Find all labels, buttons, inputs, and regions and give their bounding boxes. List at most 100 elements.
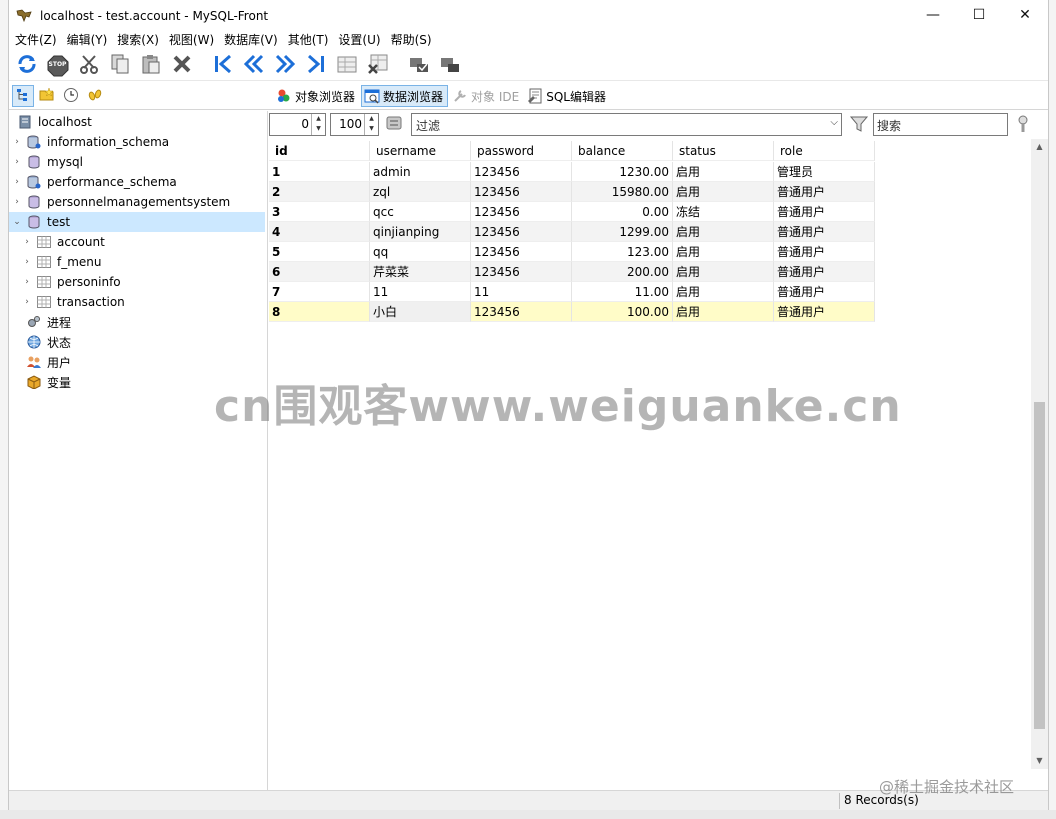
- menu-help[interactable]: 帮助(S): [386, 30, 437, 50]
- chevron-right-icon[interactable]: ›: [12, 197, 22, 207]
- search-input[interactable]: 搜索: [877, 117, 901, 134]
- tab-sql-editor[interactable]: SQL编辑器: [525, 85, 610, 107]
- cell-role[interactable]: 普通用户: [774, 202, 875, 222]
- tree-node-users[interactable]: 用户: [27, 352, 71, 372]
- cell-status[interactable]: 启用: [673, 262, 774, 282]
- cell-password[interactable]: 123456: [471, 302, 572, 322]
- last-record-button[interactable]: [302, 53, 329, 79]
- sql-history-button[interactable]: [84, 85, 106, 107]
- cut-button[interactable]: [75, 53, 102, 79]
- tree-node-mysql[interactable]: › mysql: [12, 152, 83, 172]
- filter-combobox[interactable]: 过滤 ⌵: [411, 113, 842, 136]
- column-header-password[interactable]: password: [471, 141, 572, 161]
- tree-node-information-schema[interactable]: › information_schema: [12, 132, 169, 152]
- delete-record-button[interactable]: [364, 53, 391, 79]
- menu-database[interactable]: 数据库(V): [219, 30, 283, 50]
- spin-up-icon[interactable]: ▲: [365, 114, 378, 124]
- cell-username-focused[interactable]: 小白: [370, 302, 471, 322]
- table-row[interactable]: 6 芹菜菜 123456 200.00 启用 普通用户: [269, 262, 875, 282]
- cell-username[interactable]: zql: [370, 182, 471, 202]
- cell-password[interactable]: 123456: [471, 222, 572, 242]
- tree-node-performance-schema[interactable]: › performance_schema: [12, 172, 177, 192]
- cell-balance[interactable]: 11.00: [572, 282, 673, 302]
- table-row[interactable]: 3 qcc 123456 0.00 冻结 普通用户: [269, 202, 875, 222]
- limit-spinner[interactable]: 100 ▲ ▼: [330, 113, 379, 136]
- chevron-right-icon[interactable]: ›: [12, 157, 22, 167]
- cell-role[interactable]: 普通用户: [774, 262, 875, 282]
- cell-username[interactable]: qcc: [370, 202, 471, 222]
- cell-balance[interactable]: 100.00: [572, 302, 673, 322]
- search-field[interactable]: 搜索: [873, 113, 1008, 136]
- table-row[interactable]: 5 qq 123456 123.00 启用 普通用户: [269, 242, 875, 262]
- menu-view[interactable]: 视图(W): [164, 30, 219, 50]
- menu-settings[interactable]: 设置(U): [333, 30, 385, 50]
- column-header-status[interactable]: status: [673, 141, 774, 161]
- table-row[interactable]: 4 qinjianping 123456 1299.00 启用 普通用户: [269, 222, 875, 242]
- tree-node-test[interactable]: ⌄ test: [9, 212, 265, 232]
- cell-status[interactable]: 冻结: [673, 202, 774, 222]
- table-row[interactable]: 1 admin 123456 1230.00 启用 管理员: [269, 162, 875, 182]
- cell-status[interactable]: 启用: [673, 242, 774, 262]
- first-record-button[interactable]: [209, 53, 236, 79]
- spin-down-icon[interactable]: ▼: [312, 124, 325, 134]
- cell-role[interactable]: 普通用户: [774, 282, 875, 302]
- table-row[interactable]: 2 zql 123456 15980.00 启用 普通用户: [269, 182, 875, 202]
- scrollbar-thumb[interactable]: [1034, 402, 1045, 729]
- offset-spinner-arrows[interactable]: ▲ ▼: [311, 114, 325, 135]
- menu-edit[interactable]: 编辑(Y): [62, 30, 113, 50]
- tree-node-account[interactable]: › account: [22, 232, 105, 252]
- cell-id[interactable]: 2: [269, 182, 370, 202]
- cell-status[interactable]: 启用: [673, 182, 774, 202]
- tree-node-personinfo[interactable]: › personinfo: [22, 272, 120, 292]
- chevron-right-icon[interactable]: ›: [12, 137, 22, 147]
- tab-data-browser[interactable]: 数据浏览器: [361, 85, 449, 107]
- tab-object-ide[interactable]: 对象 IDE: [450, 85, 523, 107]
- tree-node-localhost[interactable]: localhost: [18, 112, 92, 132]
- tree-node-status[interactable]: 状态: [27, 332, 71, 352]
- history-view-button[interactable]: [60, 85, 82, 107]
- menu-search[interactable]: 搜索(X): [112, 30, 164, 50]
- spin-down-icon[interactable]: ▼: [365, 124, 378, 134]
- cell-username[interactable]: 芹菜菜: [370, 262, 471, 282]
- cell-balance[interactable]: 200.00: [572, 262, 673, 282]
- next-record-button[interactable]: [271, 53, 298, 79]
- column-header-username[interactable]: username: [370, 141, 471, 161]
- cell-id[interactable]: 1: [269, 162, 370, 182]
- refresh-button[interactable]: [13, 53, 40, 79]
- limit-spinner-arrows[interactable]: ▲ ▼: [364, 114, 378, 135]
- scroll-up-icon[interactable]: ▲: [1031, 139, 1048, 155]
- cell-password[interactable]: 123456: [471, 242, 572, 262]
- cell-id[interactable]: 7: [269, 282, 370, 302]
- cell-password[interactable]: 123456: [471, 262, 572, 282]
- maximize-button[interactable]: ☐: [956, 0, 1002, 30]
- chevron-right-icon[interactable]: ›: [22, 237, 32, 247]
- delete-button[interactable]: [168, 53, 195, 79]
- table-row[interactable]: 7 11 11 11.00 启用 普通用户: [269, 282, 875, 302]
- cell-status[interactable]: 启用: [673, 282, 774, 302]
- tree-node-f-menu[interactable]: › f_menu: [22, 252, 101, 272]
- spin-up-icon[interactable]: ▲: [312, 114, 325, 124]
- cell-role[interactable]: 普通用户: [774, 302, 875, 322]
- scroll-down-icon[interactable]: ▼: [1031, 753, 1048, 769]
- filter-input[interactable]: 过滤: [416, 117, 440, 134]
- tree-node-processes[interactable]: 进程: [27, 312, 71, 332]
- cell-password[interactable]: 123456: [471, 182, 572, 202]
- cell-password[interactable]: 11: [471, 282, 572, 302]
- cell-username[interactable]: qinjianping: [370, 222, 471, 242]
- paste-button[interactable]: [137, 53, 164, 79]
- stop-button[interactable]: STOP: [44, 53, 71, 79]
- column-header-id[interactable]: id: [269, 141, 370, 161]
- insert-record-button[interactable]: [333, 53, 360, 79]
- cancel-button[interactable]: [436, 53, 463, 79]
- cell-id[interactable]: 8: [269, 302, 370, 322]
- menu-file[interactable]: 文件(Z): [10, 30, 62, 50]
- filter-apply-button[interactable]: [849, 114, 869, 137]
- vertical-scrollbar[interactable]: ▲ ▼: [1031, 139, 1048, 769]
- cell-role[interactable]: 普通用户: [774, 182, 875, 202]
- cell-username[interactable]: 11: [370, 282, 471, 302]
- offset-spinner[interactable]: 0 ▲ ▼: [269, 113, 326, 136]
- cell-id[interactable]: 6: [269, 262, 370, 282]
- search-button[interactable]: [1015, 114, 1031, 137]
- cell-password[interactable]: 123456: [471, 202, 572, 222]
- cell-balance[interactable]: 1299.00: [572, 222, 673, 242]
